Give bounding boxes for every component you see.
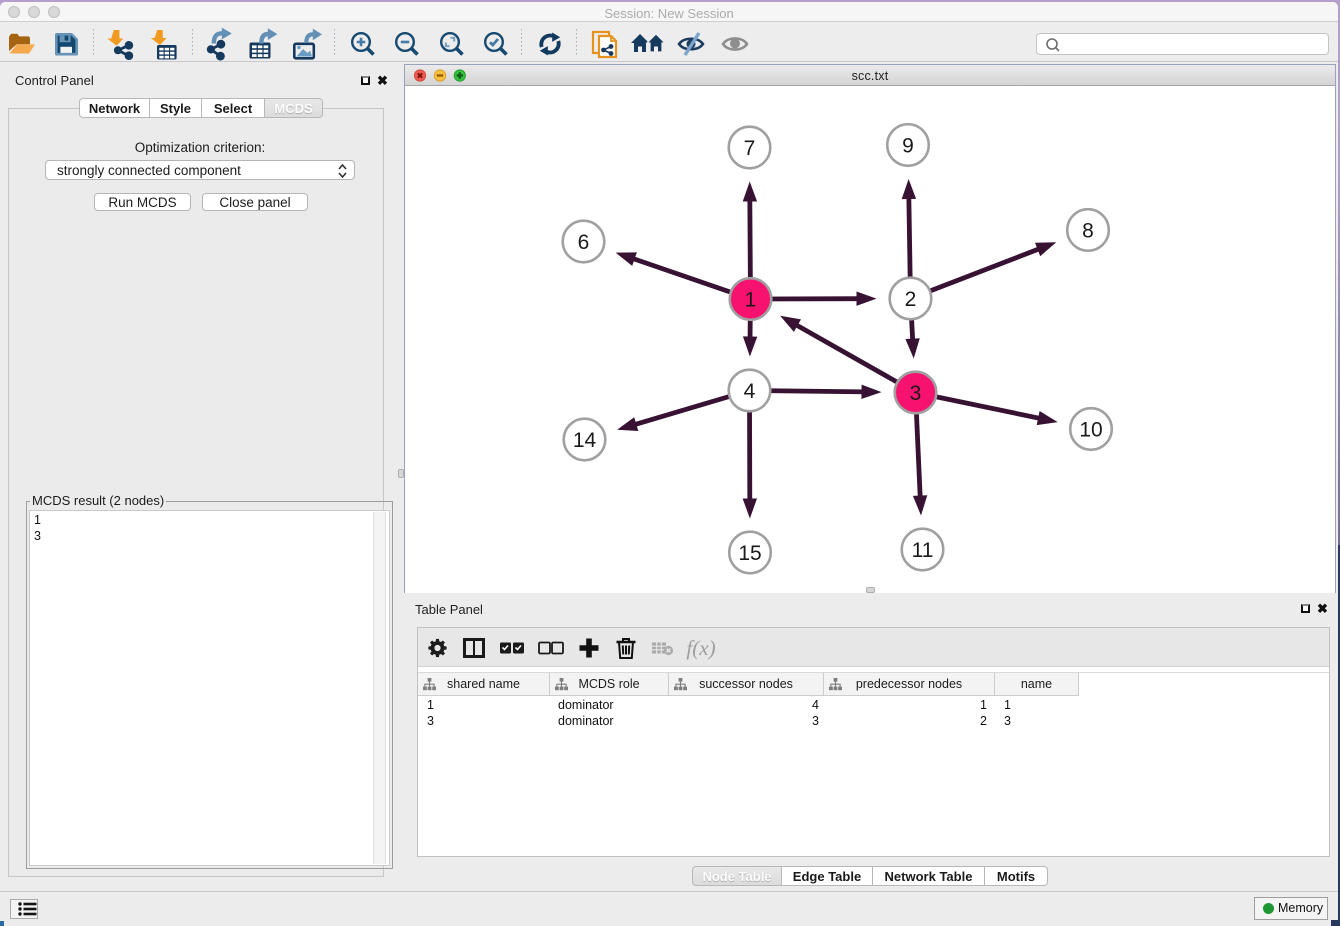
svg-text:6: 6 — [578, 231, 590, 254]
svg-text:8: 8 — [1082, 220, 1094, 243]
svg-text:f(x): f(x) — [686, 636, 715, 660]
svg-text:1: 1 — [745, 289, 757, 312]
svg-text:10: 10 — [1079, 419, 1102, 442]
svg-text:4: 4 — [744, 380, 756, 403]
svg-text:2: 2 — [905, 288, 917, 311]
svg-text:9: 9 — [902, 135, 914, 158]
svg-text:14: 14 — [573, 429, 597, 452]
svg-text:7: 7 — [744, 137, 756, 160]
svg-text:15: 15 — [738, 542, 761, 565]
svg-text:11: 11 — [912, 539, 934, 562]
svg-text:3: 3 — [910, 382, 922, 405]
